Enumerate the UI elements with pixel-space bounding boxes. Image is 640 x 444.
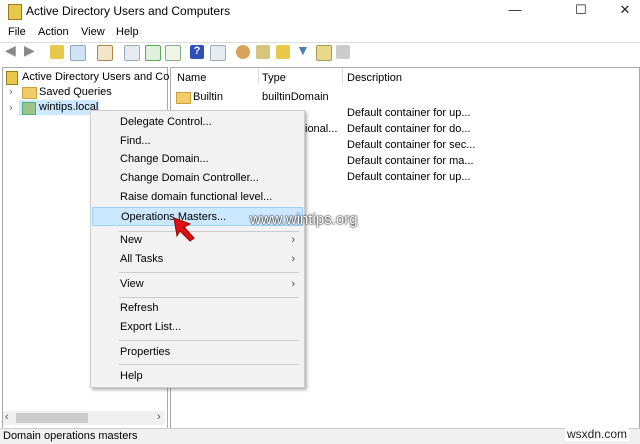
row-desc: Default container for up...: [347, 171, 471, 183]
menu-item-export-list[interactable]: Export List...: [92, 318, 303, 336]
row-desc: Default container for up...: [347, 107, 471, 119]
menu-item-change-dc[interactable]: Change Domain Controller...: [92, 169, 303, 187]
console-icon[interactable]: [210, 45, 226, 61]
minimize-button[interactable]: —: [500, 2, 530, 17]
column-type[interactable]: Type: [262, 72, 286, 84]
menu-item-refresh[interactable]: Refresh: [92, 299, 303, 317]
close-button[interactable]: ✕: [610, 2, 640, 18]
aduc-icon: [6, 71, 18, 85]
folder-icon: [176, 92, 191, 104]
group-icon[interactable]: [256, 45, 270, 59]
find-icon[interactable]: [316, 45, 332, 61]
menu-item-delegate-control[interactable]: Delegate Control...: [92, 113, 303, 131]
refresh-icon[interactable]: [145, 45, 161, 61]
row-desc: Default container for sec...: [347, 139, 476, 151]
watermark: www.wintips.org: [250, 211, 358, 228]
menu-item-view[interactable]: View ›: [92, 275, 303, 293]
menu-action[interactable]: Action: [38, 26, 69, 38]
column-description[interactable]: Description: [347, 72, 402, 84]
menu-item-raise-level[interactable]: Raise domain functional level...: [92, 188, 303, 206]
properties-icon[interactable]: [124, 45, 140, 61]
menu-item-change-domain[interactable]: Change Domain...: [92, 150, 303, 168]
row-desc: Default container for ma...: [347, 155, 474, 167]
row-type: builtinDomain: [262, 91, 329, 103]
help-icon[interactable]: ?: [190, 45, 204, 59]
forward-icon[interactable]: ▶: [24, 42, 38, 58]
expand-icon[interactable]: ›: [9, 102, 13, 114]
scroll-right-icon[interactable]: ›: [157, 411, 161, 423]
maximize-button[interactable]: ☐: [566, 2, 596, 18]
scrollbar-thumb[interactable]: [16, 413, 88, 423]
ou-icon[interactable]: [276, 45, 290, 59]
scroll-left-icon[interactable]: ‹: [5, 411, 9, 423]
menu-file[interactable]: File: [8, 26, 26, 38]
tree-item-saved-queries[interactable]: Saved Queries: [39, 86, 112, 98]
add-to-group-icon[interactable]: [336, 45, 350, 59]
app-icon: [8, 4, 22, 20]
folder-icon: [22, 87, 37, 99]
menu-item-all-tasks[interactable]: All Tasks ›: [92, 250, 303, 268]
menu-item-properties[interactable]: Properties: [92, 343, 303, 361]
context-menu: Delegate Control... Find... Change Domai…: [90, 110, 305, 388]
back-icon[interactable]: ◀: [5, 42, 19, 58]
watermark-2: wsxdn.com: [565, 427, 630, 441]
window-title: Active Directory Users and Computers: [26, 4, 231, 18]
clipboard-icon[interactable]: [97, 45, 113, 61]
domain-icon: [22, 102, 36, 115]
status-text: Domain operations masters: [3, 430, 138, 442]
up-folder-icon[interactable]: [50, 45, 64, 59]
menu-item-find[interactable]: Find...: [92, 132, 303, 150]
tree-root[interactable]: Active Directory Users and Com: [22, 71, 179, 83]
menu-help[interactable]: Help: [116, 26, 139, 38]
export-icon[interactable]: [165, 45, 181, 61]
row-name[interactable]: Builtin: [193, 91, 223, 103]
row-desc: Default container for do...: [347, 123, 471, 135]
user-icon[interactable]: [236, 45, 250, 59]
menu-view[interactable]: View: [81, 26, 105, 38]
show-tree-icon[interactable]: [70, 45, 86, 61]
row-type: ional...: [305, 123, 338, 135]
expand-icon[interactable]: ›: [9, 86, 13, 98]
menu-item-help[interactable]: Help: [92, 367, 303, 385]
filter-icon[interactable]: ▼: [296, 42, 310, 58]
column-name[interactable]: Name: [177, 72, 206, 84]
red-arrow-icon: [173, 217, 195, 242]
